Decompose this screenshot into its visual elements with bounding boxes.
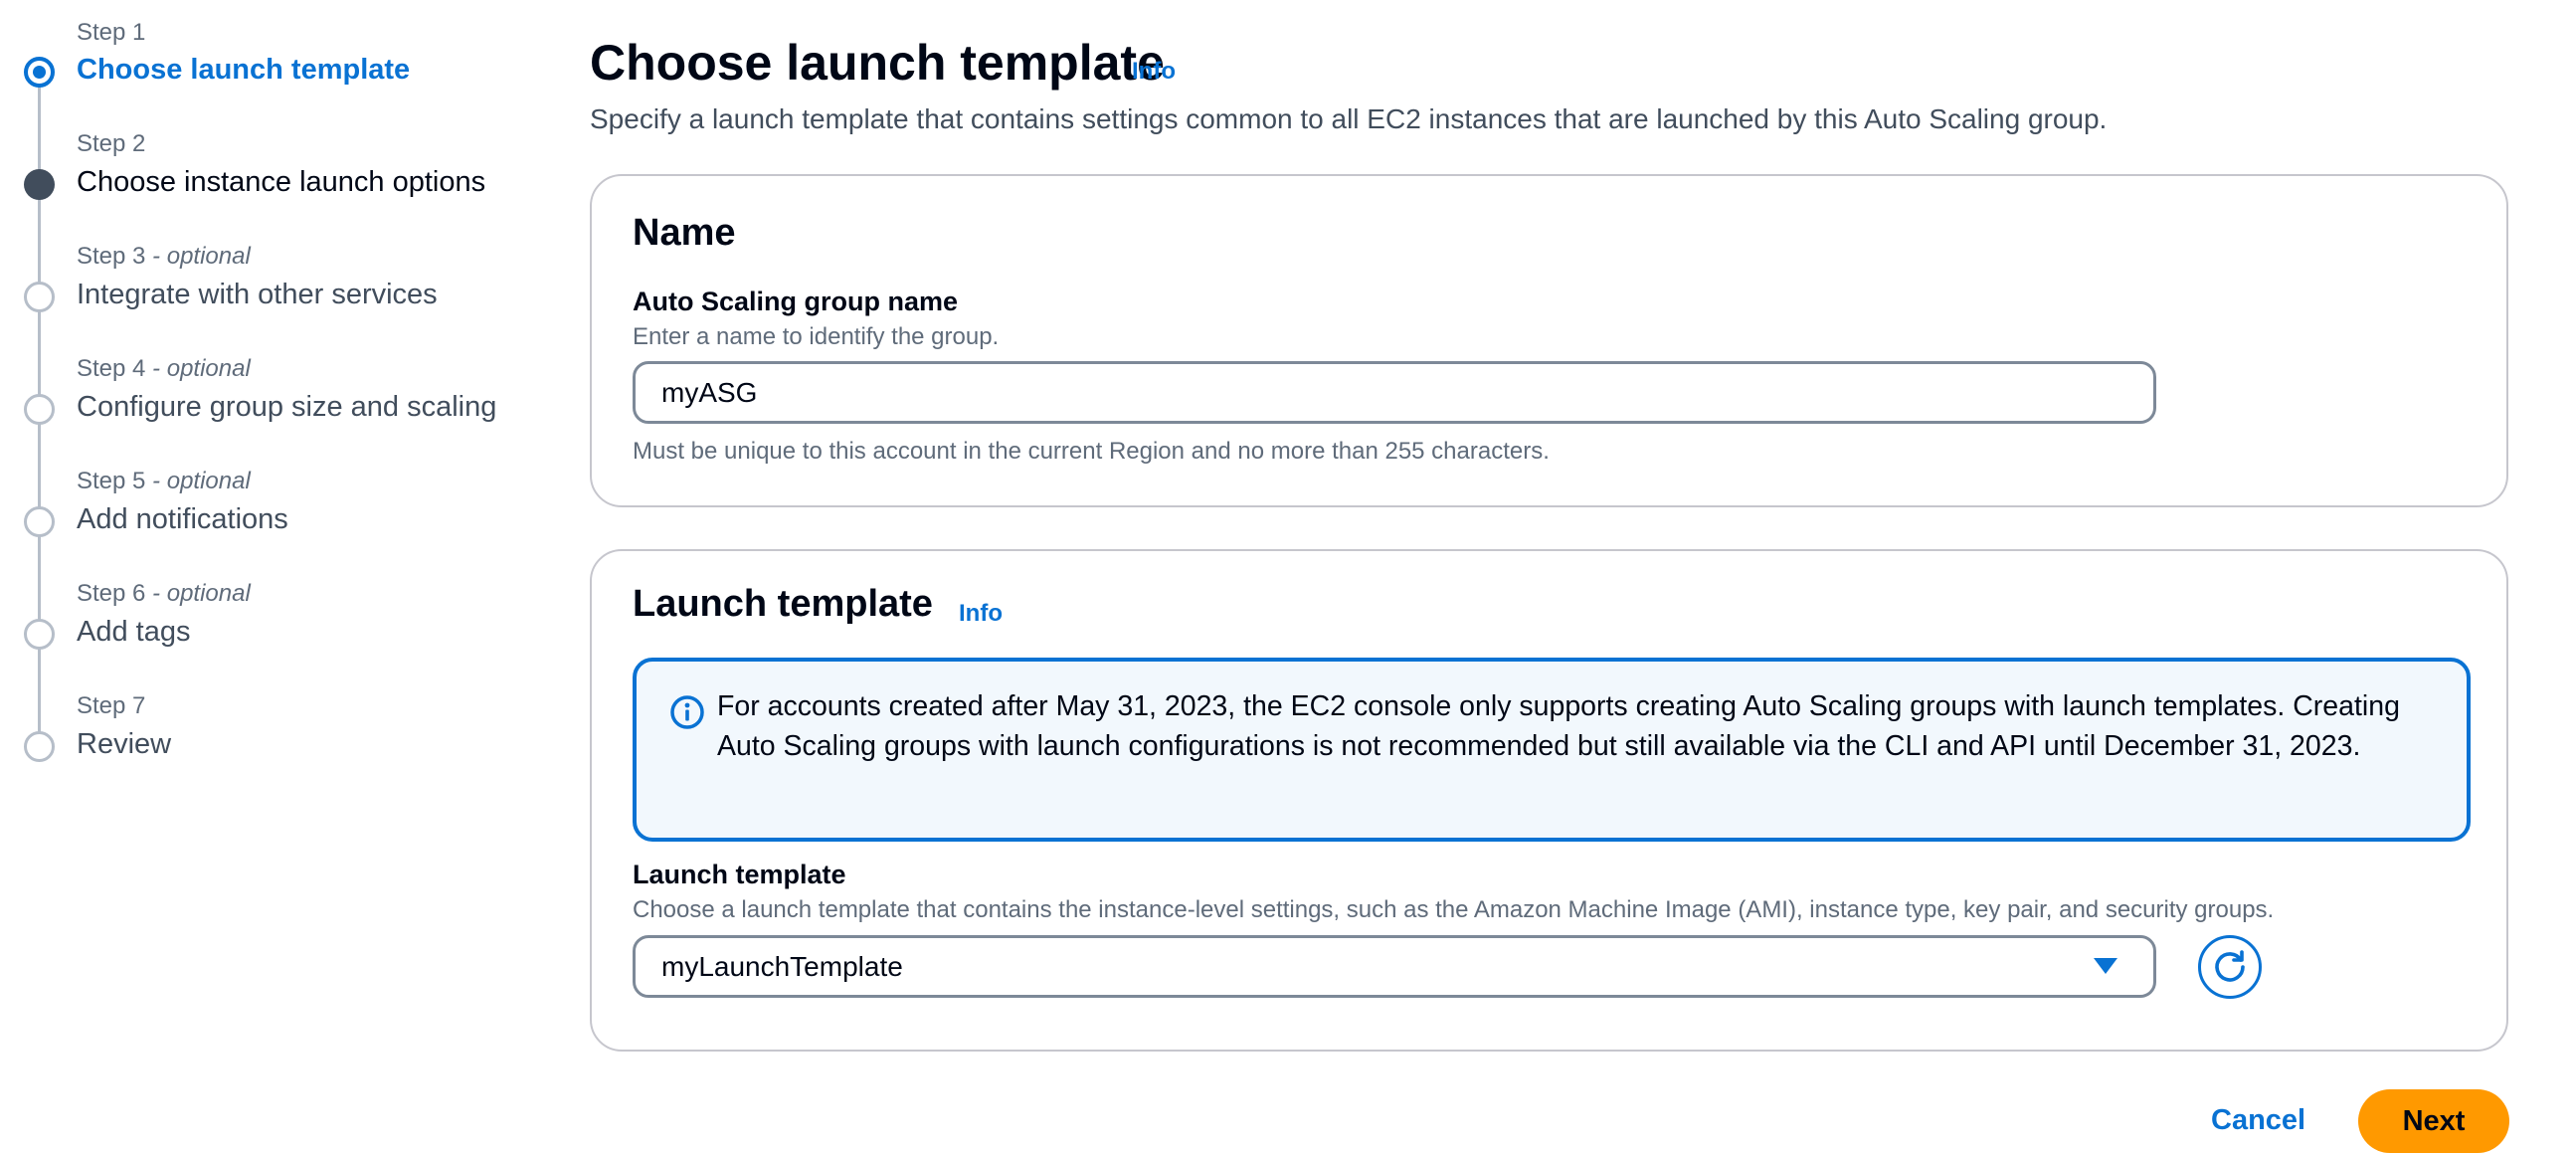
wizard-steps-nav: Step 1 Choose launch template Step 2 Cho… — [0, 0, 517, 796]
step-5-label: Step 5 - optional — [77, 468, 251, 495]
step-3-indicator — [24, 282, 55, 312]
step-7-indicator — [24, 731, 55, 762]
step-4-indicator — [24, 394, 55, 425]
launch-template-container: Launch template Info For accounts create… — [590, 549, 2508, 1052]
step-5-optional: - optional — [145, 468, 251, 494]
asg-name-constraint: Must be unique to this account in the cu… — [633, 438, 1550, 465]
name-heading: Name — [633, 212, 736, 254]
step-7-label: Step 7 — [77, 692, 145, 720]
refresh-icon — [2215, 950, 2245, 982]
alert-message: For accounts created after May 31, 2023,… — [717, 690, 2400, 762]
refresh-button[interactable] — [2198, 935, 2262, 999]
step-3-number: Step 3 — [77, 243, 146, 270]
step-7-number: Step 7 — [77, 692, 146, 719]
step-3-optional: - optional — [145, 243, 251, 270]
step-2-number: Step 2 — [77, 130, 146, 157]
step-5-indicator — [24, 506, 55, 537]
step-1-indicator — [24, 57, 55, 88]
step-4: Step 4 - optional Configure group size a… — [0, 351, 517, 451]
asg-name-description: Enter a name to identify the group. — [633, 323, 1000, 350]
launch-template-select[interactable]: myLaunchTemplate — [633, 935, 2156, 998]
caret-down-icon — [2094, 958, 2117, 974]
step-5: Step 5 - optional Add notifications — [0, 464, 517, 563]
step-2-indicator — [24, 169, 55, 200]
step-7: Step 7 Review — [0, 688, 517, 788]
step-6-title: Add tags — [77, 616, 191, 648]
step-5-number: Step 5 — [77, 468, 146, 494]
step-1-number: Step 1 — [77, 19, 146, 46]
step-1-title[interactable]: Choose launch template — [77, 54, 410, 87]
cancel-button[interactable]: Cancel — [2211, 1104, 2305, 1137]
page-title: Choose launch template — [590, 35, 1165, 91]
step-7-title: Review — [77, 728, 172, 760]
step-3-title: Integrate with other services — [77, 279, 438, 310]
step-4-label: Step 4 - optional — [77, 355, 251, 383]
step-2[interactable]: Step 2 Choose instance launch options — [0, 126, 517, 226]
step-3: Step 3 - optional Integrate with other s… — [0, 239, 517, 338]
step-2-title[interactable]: Choose instance launch options — [77, 166, 485, 199]
launch-template-info-link[interactable]: Info — [959, 600, 1003, 628]
launch-template-field-label: Launch template — [633, 860, 846, 889]
page-description: Specify a launch template that contains … — [590, 103, 2108, 134]
step-2-label: Step 2 — [77, 130, 145, 158]
step-6-optional: - optional — [145, 580, 251, 607]
page-info-link[interactable]: Info — [1132, 58, 1176, 86]
step-1[interactable]: Step 1 Choose launch template — [0, 14, 517, 113]
step-6-number: Step 6 — [77, 580, 146, 607]
name-container: Name Auto Scaling group name Enter a nam… — [590, 174, 2508, 507]
launch-template-selected-value: myLaunchTemplate — [661, 951, 903, 982]
step-4-number: Step 4 — [77, 355, 146, 382]
step-1-label: Step 1 — [77, 19, 145, 47]
launch-template-heading: Launch template — [633, 583, 933, 625]
asg-name-label: Auto Scaling group name — [633, 287, 959, 316]
asg-name-input[interactable] — [633, 361, 2156, 424]
step-5-title: Add notifications — [77, 503, 288, 535]
step-3-label: Step 3 - optional — [77, 243, 251, 271]
step-6-label: Step 6 - optional — [77, 580, 251, 608]
step-6-indicator — [24, 619, 55, 650]
step-4-title: Configure group size and scaling — [77, 391, 497, 423]
launch-template-field-description: Choose a launch template that contains t… — [633, 896, 2275, 923]
step-6: Step 6 - optional Add tags — [0, 576, 517, 675]
launch-template-info-alert: For accounts created after May 31, 2023,… — [633, 658, 2471, 842]
step-4-optional: - optional — [145, 355, 251, 382]
info-circle-icon — [670, 695, 704, 729]
next-button[interactable]: Next — [2358, 1089, 2509, 1153]
